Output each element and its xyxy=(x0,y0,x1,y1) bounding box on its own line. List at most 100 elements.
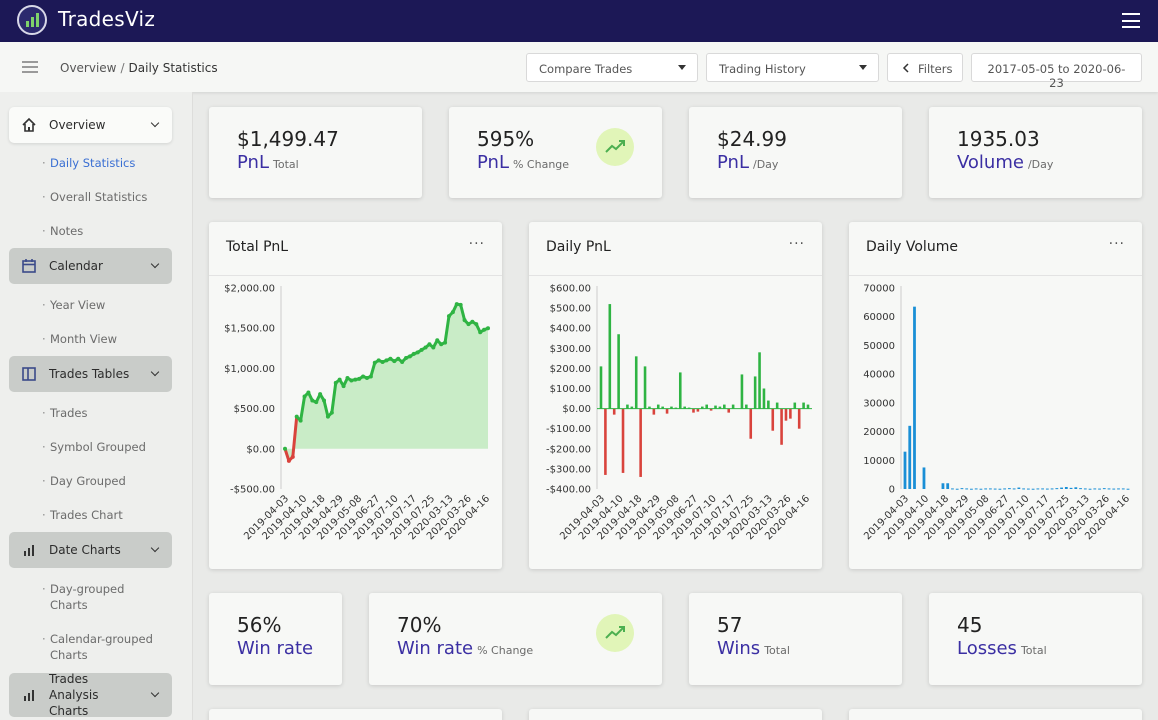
bar xyxy=(771,408,775,431)
data-point xyxy=(341,384,346,389)
y-tick-label: $0.00 xyxy=(562,404,591,415)
sidebar-item-overall-statistics[interactable]: Overall Statistics xyxy=(42,189,147,205)
y-tick-label: 40000 xyxy=(863,370,895,381)
data-point xyxy=(431,345,436,350)
stat-label: Win rate xyxy=(237,638,314,659)
stat-card-pnl-change: 595% PnL% Change xyxy=(449,107,662,198)
data-point xyxy=(376,358,381,363)
stat-card-win-rate-change: 70% Win rate% Change xyxy=(369,593,662,685)
y-tick-label: -$100.00 xyxy=(546,424,591,435)
chevron-down-icon xyxy=(150,367,160,377)
data-point xyxy=(411,351,416,356)
data-point xyxy=(298,418,303,423)
data-point xyxy=(404,355,409,360)
sidebar-group-trades-tables[interactable]: Trades Tables xyxy=(9,356,172,392)
bar xyxy=(903,451,907,489)
stat-card-volume-day: 1935.03 Volume/Day xyxy=(929,107,1142,198)
data-point xyxy=(318,392,323,397)
hamburger-menu-icon[interactable] xyxy=(1122,13,1140,28)
more-options-icon[interactable]: ··· xyxy=(469,236,485,252)
data-point xyxy=(474,322,479,327)
sidebar-item-year-view[interactable]: Year View xyxy=(42,297,105,313)
bar xyxy=(960,488,964,490)
sidebar-item-month-view[interactable]: Month View xyxy=(42,331,117,347)
line-segment xyxy=(291,416,299,457)
bar xyxy=(1031,488,1035,490)
more-options-icon[interactable]: ··· xyxy=(789,236,805,252)
stat-card-wins: 57 Wins Total xyxy=(689,593,902,685)
sidebar-toggle-icon[interactable] xyxy=(22,61,38,73)
bar xyxy=(974,488,978,490)
sidebar-item-notes[interactable]: Notes xyxy=(42,223,83,239)
chart-title: Daily Volume xyxy=(866,239,958,255)
stat-label: Losses Total xyxy=(957,638,1047,659)
breadcrumb-current: Daily Statistics xyxy=(128,61,218,75)
chevron-down-icon xyxy=(150,118,160,128)
bar xyxy=(1126,488,1130,490)
data-point xyxy=(329,410,334,415)
sidebar-item-daily-statistics[interactable]: Daily Statistics xyxy=(42,155,135,171)
daily-volume-chart: 7000060000500004000030000200001000002019… xyxy=(849,275,1142,542)
bar xyxy=(1036,488,1040,490)
bar xyxy=(797,408,801,429)
trading-history-select[interactable]: Trading History xyxy=(706,53,879,82)
stat-card-win-rate: 56% Win rate xyxy=(209,593,342,685)
data-point xyxy=(478,330,483,335)
stat-value: 56% xyxy=(237,613,282,637)
tradesviz-logo-icon[interactable] xyxy=(17,5,47,35)
data-point xyxy=(443,340,448,345)
filters-button[interactable]: Filters xyxy=(887,53,963,82)
bar xyxy=(993,488,997,490)
data-point xyxy=(290,454,295,459)
stat-label: PnL Total xyxy=(237,152,299,173)
breadcrumb-root[interactable]: Overview xyxy=(60,61,117,75)
y-tick-label: -$400.00 xyxy=(546,485,591,496)
sidebar-group-overview[interactable]: Overview xyxy=(9,107,172,143)
bar xyxy=(634,356,638,409)
chart-title: Total PnL xyxy=(226,239,289,255)
y-tick-label: $400.00 xyxy=(550,324,591,335)
bar xyxy=(1026,488,1030,490)
data-point xyxy=(400,359,405,364)
bar xyxy=(753,376,757,409)
bar xyxy=(1055,488,1059,490)
sidebar-group-calendar[interactable]: Calendar xyxy=(9,248,172,284)
bar xyxy=(1102,488,1106,490)
area-fill xyxy=(285,304,488,461)
sidebar-item-day-grouped-charts[interactable]: Day-grouped Charts xyxy=(42,581,140,613)
more-options-icon[interactable]: ··· xyxy=(1109,236,1125,252)
stat-value: $24.99 xyxy=(717,127,787,151)
bar xyxy=(678,372,682,409)
bar xyxy=(612,408,616,415)
sidebar-item-symbol-grouped[interactable]: Symbol Grouped xyxy=(42,439,146,455)
app-name[interactable]: TradesViz xyxy=(58,7,155,31)
sidebar-item-calendar-grouped-charts[interactable]: Calendar-grouped Charts xyxy=(42,631,160,663)
y-tick-label: -$200.00 xyxy=(546,444,591,455)
compare-trades-select[interactable]: Compare Trades xyxy=(526,53,698,82)
date-range-button[interactable]: 2017-05-05 to 2020-06-23 xyxy=(971,53,1142,90)
bar xyxy=(965,488,969,490)
data-point xyxy=(407,354,412,359)
sidebar-item-trades[interactable]: Trades xyxy=(42,405,88,421)
bar xyxy=(758,352,761,409)
page-header: Overview / Daily Statistics Compare Trades… xyxy=(0,42,1158,92)
chevron-down-icon xyxy=(859,65,867,70)
sidebar-group-label: Date Charts xyxy=(49,543,121,557)
sidebar-group-trades-analysis-charts[interactable]: Trades Analysis Charts xyxy=(9,672,172,718)
data-point xyxy=(364,376,369,381)
y-tick-label: $2,000.00 xyxy=(224,284,275,295)
sidebar-group-date-charts[interactable]: Date Charts xyxy=(9,532,172,568)
data-point xyxy=(353,377,358,382)
data-point xyxy=(454,302,459,307)
bar xyxy=(951,488,954,490)
bar-chart-icon xyxy=(24,545,34,556)
bar xyxy=(1074,487,1078,489)
sidebar-item-trades-chart[interactable]: Trades Chart xyxy=(42,507,123,523)
bar xyxy=(727,408,731,413)
stat-value: 595% xyxy=(477,127,535,151)
bar xyxy=(941,483,945,489)
bar xyxy=(626,404,629,409)
bar xyxy=(1022,488,1026,490)
bar xyxy=(998,488,1002,490)
sidebar-item-day-grouped[interactable]: Day Grouped xyxy=(42,473,126,489)
